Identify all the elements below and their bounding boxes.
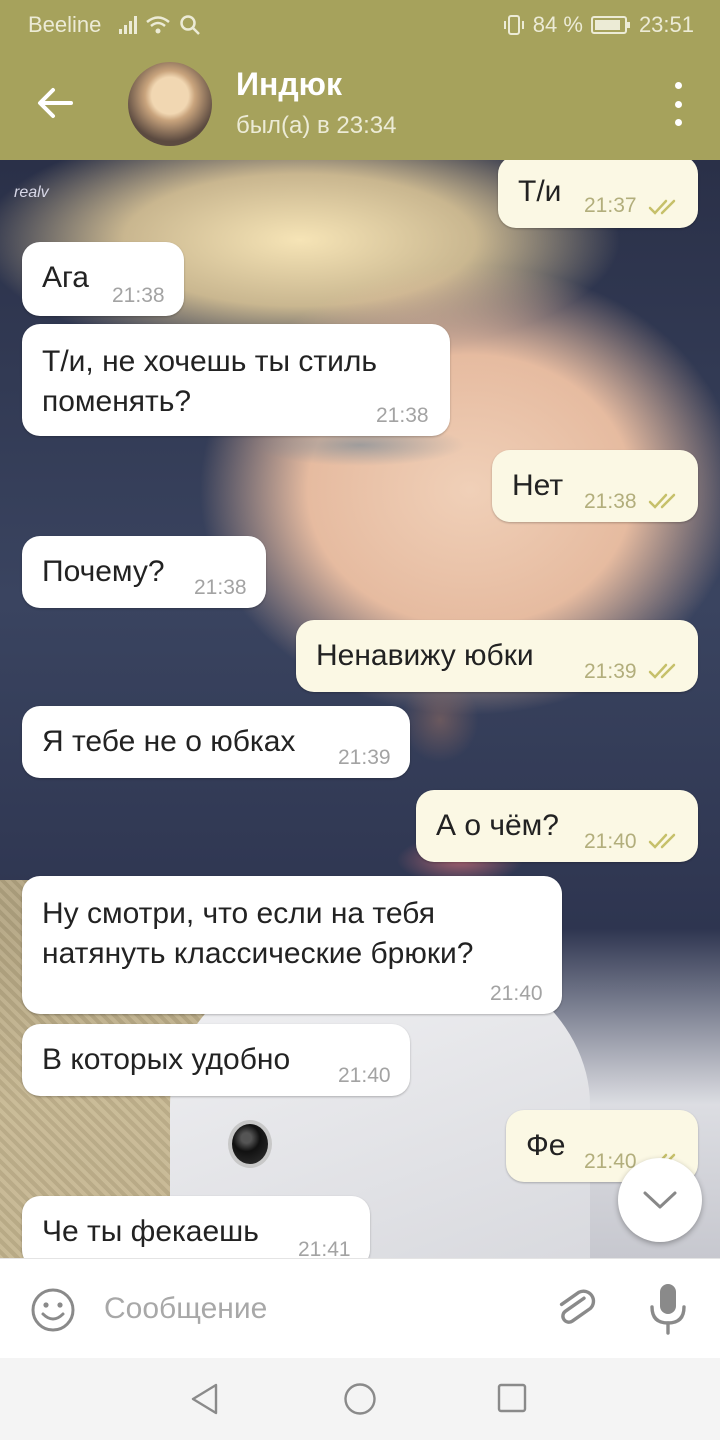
- message-input[interactable]: [104, 1283, 524, 1335]
- message-bubble-incoming[interactable]: В которых удобно 21:40: [22, 1024, 410, 1096]
- message-text: А о чём?: [436, 809, 559, 842]
- back-button[interactable]: [30, 78, 80, 128]
- last-seen-status: был(а) в 23:34: [236, 112, 397, 139]
- message-time: 21:40: [338, 1064, 391, 1087]
- message-text: Нет: [512, 469, 564, 502]
- signal-icon: [119, 16, 138, 34]
- double-check-icon: [648, 663, 676, 679]
- avatar[interactable]: [128, 62, 212, 146]
- message-time: 21:39: [338, 746, 391, 769]
- double-check-icon: [648, 199, 676, 215]
- carrier-name: Beeline: [28, 12, 102, 37]
- scroll-to-bottom-button[interactable]: [618, 1158, 702, 1242]
- message-time: 21:40: [490, 982, 543, 1005]
- message-text-line: Т/и, не хочешь ты стиль: [42, 345, 377, 378]
- nav-recents-icon[interactable]: [497, 1383, 527, 1413]
- message-bubble-outgoing[interactable]: Т/и 21:37: [498, 160, 698, 228]
- message-time: 21:39: [584, 660, 637, 683]
- message-bubble-outgoing[interactable]: А о чём? 21:40: [416, 790, 698, 862]
- status-bar: Beeline 84 % 23:51: [0, 0, 720, 48]
- battery-icon: [590, 16, 630, 34]
- chevron-down-icon: [643, 1191, 677, 1209]
- message-text: Т/и: [518, 175, 562, 208]
- status-left: Beeline: [28, 12, 201, 38]
- message-text-line: Ну смотри, что если на тебя: [42, 897, 435, 930]
- message-bubble-incoming[interactable]: Я тебе не о юбках 21:39: [22, 706, 410, 778]
- nav-back-icon[interactable]: [188, 1382, 222, 1416]
- message-text: Ага: [42, 261, 89, 294]
- more-options-button[interactable]: [666, 82, 690, 126]
- message-bubble-outgoing[interactable]: Нет 21:38: [492, 450, 698, 522]
- double-check-icon: [648, 833, 676, 849]
- message-time: 21:38: [194, 576, 247, 599]
- message-bubble-incoming[interactable]: Т/и, не хочешь ты стиль поменять? 21:38: [22, 324, 450, 436]
- microphone-icon[interactable]: [646, 1281, 690, 1337]
- message-text: Ненавижу юбки: [316, 639, 534, 672]
- wifi-icon: [146, 16, 171, 34]
- more-vert-icon: [674, 82, 682, 89]
- message-bubble-incoming[interactable]: Че ты фекаешь 21:41: [22, 1196, 370, 1258]
- double-check-icon: [648, 493, 676, 509]
- chat-area[interactable]: realv Т/и 21:37 Ага 21:38 Т/и, не хочешь…: [0, 160, 720, 1258]
- clock: 23:51: [638, 12, 694, 37]
- message-text: Че ты фекаешь: [42, 1215, 259, 1248]
- emoji-icon[interactable]: [30, 1287, 76, 1333]
- system-navigation-bar: [0, 1358, 720, 1440]
- arrow-left-icon: [38, 88, 73, 118]
- message-time: 21:40: [584, 830, 637, 853]
- message-bubble-incoming[interactable]: Ага 21:38: [22, 242, 184, 316]
- message-bubble-incoming[interactable]: Почему? 21:38: [22, 536, 266, 608]
- chat-header: Индюк был(а) в 23:34: [0, 48, 720, 160]
- message-time: 21:38: [584, 490, 637, 513]
- message-bubble-incoming[interactable]: Ну смотри, что если на тебя натянуть кла…: [22, 876, 562, 1014]
- message-time: 21:41: [298, 1238, 351, 1258]
- attach-icon[interactable]: [552, 1285, 600, 1333]
- composer-bar: [0, 1258, 720, 1358]
- message-bubble-outgoing[interactable]: Ненавижу юбки 21:39: [296, 620, 698, 692]
- message-time: 21:37: [584, 194, 637, 217]
- background-brooch: [228, 1120, 272, 1168]
- vibrate-icon: [503, 15, 524, 35]
- nav-home-icon[interactable]: [343, 1382, 377, 1416]
- battery-percent: 84 %: [532, 12, 583, 37]
- message-text: В которых удобно: [42, 1043, 291, 1076]
- message-text: Почему?: [42, 555, 165, 588]
- search-icon: [180, 15, 201, 35]
- message-time: 21:38: [112, 284, 165, 307]
- message-text-line: поменять?: [42, 385, 192, 418]
- message-text: Фе: [526, 1129, 566, 1162]
- status-right: 84 % 23:51: [503, 12, 694, 38]
- message-time: 21:38: [376, 404, 429, 427]
- background-watermark: realv: [14, 184, 49, 201]
- contact-name[interactable]: Индюк: [236, 66, 342, 103]
- message-text-line: натянуть классические брюки?: [42, 937, 474, 970]
- message-text: Я тебе не о юбках: [42, 725, 296, 758]
